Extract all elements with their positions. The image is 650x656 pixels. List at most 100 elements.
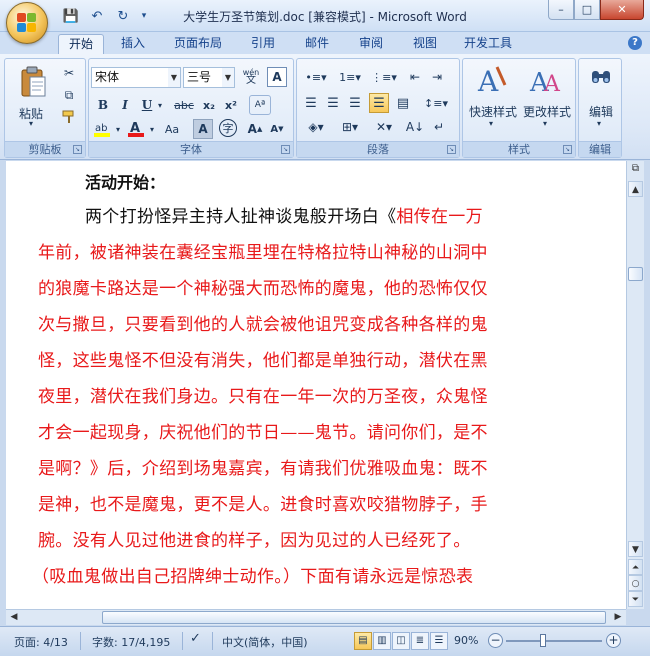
justify-icon[interactable]: ☰ xyxy=(369,93,389,113)
chinese-layout-icon[interactable]: ✕▾ xyxy=(369,117,399,137)
shrink-font-button[interactable]: A ▼ xyxy=(267,119,287,139)
scroll-right-icon[interactable]: ▶ xyxy=(610,610,626,625)
italic-button[interactable]: I xyxy=(115,95,135,115)
align-center-icon[interactable]: ☰ xyxy=(323,93,343,113)
zoom-out-icon[interactable]: − xyxy=(488,633,503,648)
proofing-icon[interactable]: ✓ xyxy=(190,631,201,646)
clipboard-launcher-icon[interactable]: ↘ xyxy=(73,145,82,154)
sort-icon[interactable]: A↓ xyxy=(405,117,425,137)
scroll-thumb[interactable] xyxy=(628,267,643,281)
zoom-slider-track[interactable] xyxy=(506,640,602,642)
font-color-icon[interactable]: A xyxy=(125,119,147,139)
change-styles-icon[interactable]: AA xyxy=(529,63,563,98)
character-border-icon[interactable]: A xyxy=(267,67,287,87)
office-button[interactable] xyxy=(6,2,48,44)
font-size-combo[interactable]: 三号 ▼ xyxy=(183,67,235,88)
font-color-dropdown-icon[interactable]: ▾ xyxy=(147,119,157,139)
binoculars-icon[interactable] xyxy=(589,65,613,89)
bold-button[interactable]: B xyxy=(93,95,113,115)
paste-icon[interactable] xyxy=(19,65,47,99)
select-browse-object-icon[interactable]: ○ xyxy=(628,575,643,591)
paragraph-launcher-icon[interactable]: ↘ xyxy=(447,145,456,154)
draft-view-icon[interactable]: ☰ xyxy=(430,632,448,650)
superscript-button[interactable]: x² xyxy=(221,95,241,115)
scroll-left-icon[interactable]: ◀ xyxy=(6,610,22,625)
help-icon[interactable]: ? xyxy=(628,36,642,50)
underline-button[interactable]: U xyxy=(137,95,157,115)
next-page-icon[interactable]: ⏷ xyxy=(628,591,643,607)
close-button[interactable]: ✕ xyxy=(600,0,644,20)
highlight-dropdown-icon[interactable]: ▾ xyxy=(113,119,123,139)
horizontal-scrollbar[interactable]: ◀ ▶ xyxy=(6,609,626,625)
quick-styles-button[interactable]: 快速样式 xyxy=(469,103,517,120)
multilevel-list-icon[interactable]: ⋮≡▾ xyxy=(369,67,399,87)
decrease-indent-icon[interactable]: ⇤ xyxy=(405,67,425,87)
change-case-button[interactable]: Aa xyxy=(159,119,185,139)
page-counter[interactable]: 页面: 4/13 xyxy=(14,634,68,650)
tab-review[interactable]: 审阅 xyxy=(348,34,394,54)
tab-home[interactable]: 开始 xyxy=(58,34,104,54)
horizontal-scroll-thumb[interactable] xyxy=(102,611,606,624)
editing-dropdown-icon[interactable]: ▾ xyxy=(597,119,601,128)
tab-view[interactable]: 视图 xyxy=(402,34,448,54)
print-layout-icon[interactable]: ▤ xyxy=(354,632,372,650)
distributed-icon[interactable]: ▤ xyxy=(393,93,413,113)
view-ruler-icon[interactable]: ⧉ xyxy=(628,163,643,179)
highlight-icon[interactable]: ab xyxy=(91,119,113,139)
zoom-slider-thumb[interactable] xyxy=(540,634,546,647)
font-name-combo[interactable]: 宋体 ▼ xyxy=(91,67,181,88)
paste-dropdown-icon[interactable]: ▾ xyxy=(29,119,33,128)
chevron-down-icon[interactable]: ▼ xyxy=(168,68,180,87)
tab-page-layout[interactable]: 页面布局 xyxy=(166,34,230,54)
grow-font-button[interactable]: A ▲ xyxy=(245,119,265,139)
zoom-in-icon[interactable]: + xyxy=(606,633,621,648)
numbering-icon[interactable]: 1≡▾ xyxy=(335,67,365,87)
web-layout-icon[interactable]: ◫ xyxy=(392,632,410,650)
increase-indent-icon[interactable]: ⇥ xyxy=(427,67,447,87)
quick-styles-dropdown-icon[interactable]: ▾ xyxy=(489,119,493,128)
align-left-icon[interactable]: ☰ xyxy=(301,93,321,113)
tab-insert[interactable]: 插入 xyxy=(110,34,156,54)
tab-developer[interactable]: 开发工具 xyxy=(456,34,520,54)
chevron-down-icon[interactable]: ▼ xyxy=(222,68,234,87)
vertical-scrollbar[interactable]: ⧉ ▲ ▼ ⏶ ○ ⏷ xyxy=(626,161,644,609)
line-spacing-icon[interactable]: ↕≡▾ xyxy=(421,93,451,113)
cut-icon[interactable]: ✂ xyxy=(59,63,79,83)
character-shading-button[interactable]: A xyxy=(193,119,213,139)
clear-formatting-icon[interactable]: Aª xyxy=(249,95,271,115)
copy-icon[interactable]: ⧉ xyxy=(59,85,79,105)
previous-page-icon[interactable]: ⏶ xyxy=(628,559,643,575)
document-page[interactable]: 活动开始： 两个打扮怪异主持人扯神谈鬼般开场白《相传在一万 年前，被诸神装在囊经… xyxy=(10,161,626,609)
scroll-up-icon[interactable]: ▲ xyxy=(628,181,643,197)
change-styles-button[interactable]: 更改样式 xyxy=(523,103,571,120)
scroll-down-icon[interactable]: ▼ xyxy=(628,541,643,557)
align-right-icon[interactable]: ☰ xyxy=(345,93,365,113)
word-count[interactable]: 字数: 17/4,195 xyxy=(92,634,170,650)
customize-qat-icon[interactable]: ▾ xyxy=(138,6,150,26)
underline-dropdown-icon[interactable]: ▾ xyxy=(155,95,165,115)
editing-button[interactable]: 编辑 xyxy=(589,103,613,120)
borders-icon[interactable]: ⊞▾ xyxy=(335,117,365,137)
change-styles-dropdown-icon[interactable]: ▾ xyxy=(543,119,547,128)
quick-styles-icon[interactable]: A xyxy=(475,63,509,98)
strikethrough-button[interactable]: abc xyxy=(171,95,197,115)
save-icon[interactable]: 💾 xyxy=(60,6,82,26)
zoom-level[interactable]: 90% xyxy=(454,634,478,647)
undo-icon[interactable]: ↶ xyxy=(86,6,108,26)
format-painter-icon[interactable] xyxy=(59,107,79,127)
redo-icon[interactable]: ↻ xyxy=(112,6,134,26)
phonetic-guide-button[interactable]: wén 文 xyxy=(239,67,263,87)
tab-mailings[interactable]: 邮件 xyxy=(294,34,340,54)
show-marks-icon[interactable]: ↵ xyxy=(429,117,449,137)
font-launcher-icon[interactable]: ↘ xyxy=(281,145,290,154)
maximize-button[interactable]: □ xyxy=(574,0,600,20)
bullets-icon[interactable]: •≡▾ xyxy=(301,67,331,87)
full-screen-reading-icon[interactable]: ▥ xyxy=(373,632,391,650)
enclose-characters-icon[interactable]: 字 xyxy=(219,119,237,137)
language-indicator[interactable]: 中文(简体，中国) xyxy=(222,634,308,650)
tab-references[interactable]: 引用 xyxy=(240,34,286,54)
shading-icon[interactable]: ◈▾ xyxy=(301,117,331,137)
styles-launcher-icon[interactable]: ↘ xyxy=(563,145,572,154)
subscript-button[interactable]: x₂ xyxy=(199,95,219,115)
minimize-button[interactable]: – xyxy=(548,0,574,20)
